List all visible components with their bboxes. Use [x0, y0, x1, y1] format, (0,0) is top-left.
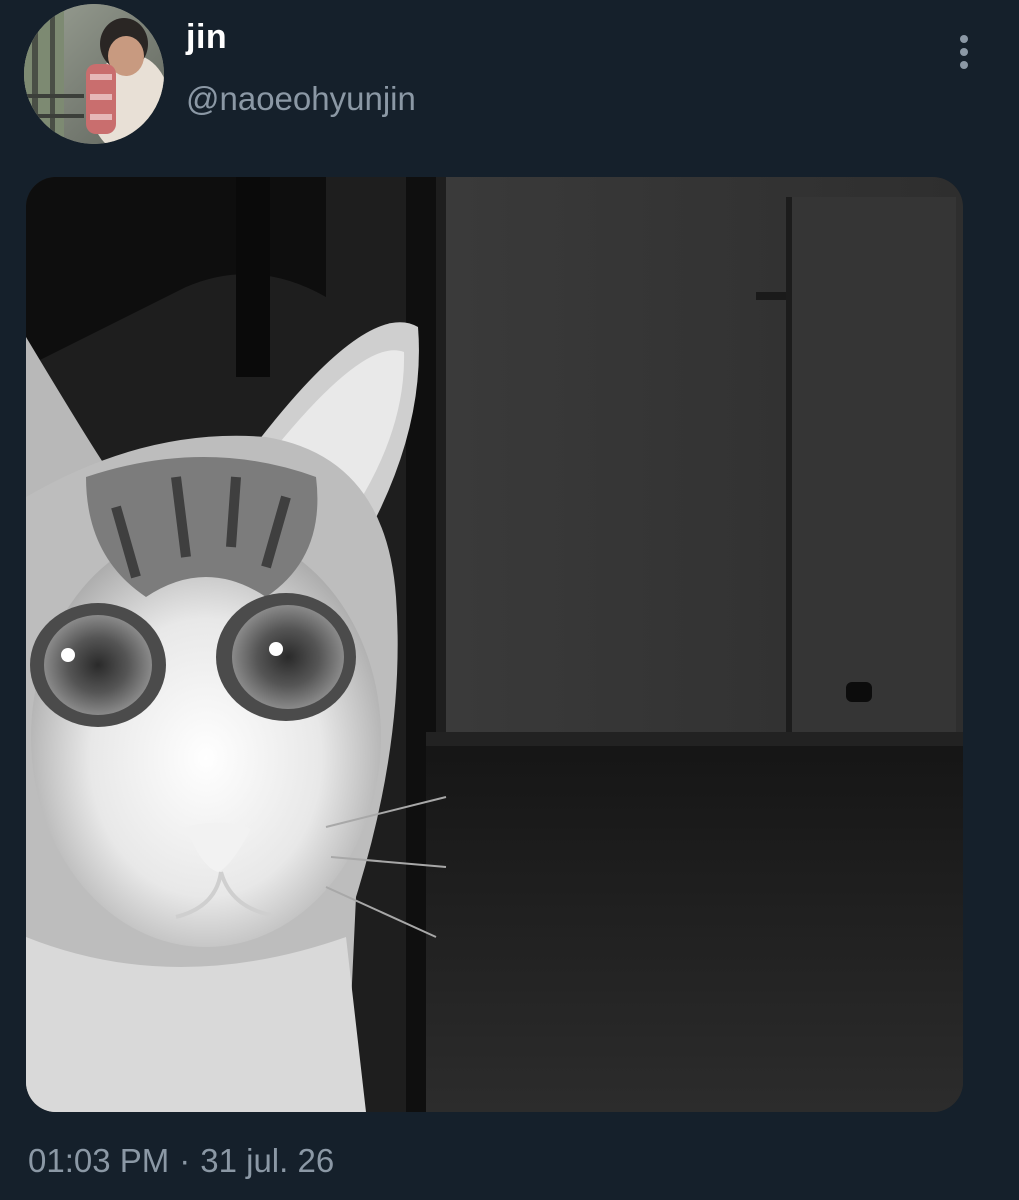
- more-options-button[interactable]: [944, 28, 984, 76]
- avatar-image: [24, 4, 164, 144]
- cat-photo-image: [26, 177, 963, 1112]
- more-vertical-icon: [960, 35, 968, 69]
- avatar[interactable]: [24, 4, 164, 144]
- tweet-timestamp[interactable]: 01:03 PM · 31 jul. 26: [28, 1142, 334, 1180]
- user-handle[interactable]: @naoeohyunjin: [186, 80, 416, 118]
- tweet-date: 31 jul. 26: [200, 1142, 335, 1179]
- display-name[interactable]: jin: [186, 18, 227, 57]
- tweet-time: 01:03 PM: [28, 1142, 170, 1179]
- tweet-media-photo[interactable]: [26, 177, 963, 1112]
- timestamp-separator: ·: [179, 1142, 191, 1179]
